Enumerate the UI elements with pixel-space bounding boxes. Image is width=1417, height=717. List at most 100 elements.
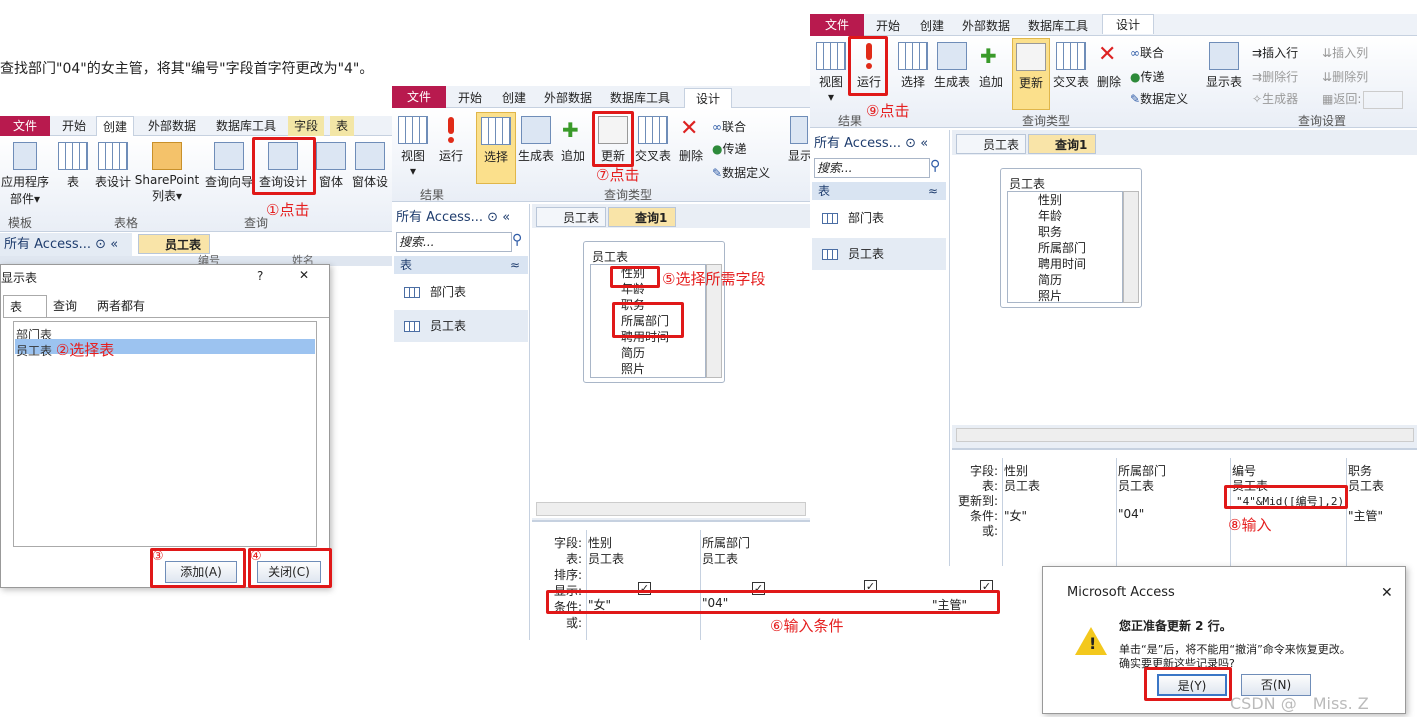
pass-through-button[interactable]: ●传递 [1130,68,1165,85]
doc-tab-query1[interactable]: 查询1 [1028,134,1096,154]
sharepoint-list-button[interactable]: SharePoint 列表▾ [134,142,200,204]
doc-tab-employee-1[interactable]: 员工表 [138,234,210,254]
grid-table-1[interactable]: 员工表 [1004,477,1040,494]
field-item[interactable]: 照片 [591,361,705,377]
tab-file[interactable]: 文件 [392,86,446,108]
query-wizard-button[interactable]: 查询向导 [204,142,254,190]
tab-database-tools[interactable]: 数据库工具 [1022,16,1094,36]
tab-file[interactable]: 文件 [0,116,50,136]
field-item[interactable]: 照片 [1008,288,1122,302]
field-item[interactable]: 所属部门 [1008,240,1122,256]
nav-item-employee[interactable]: 员工表 [394,310,528,342]
union-button[interactable]: ∞联合 [1130,44,1164,61]
nav-item-department[interactable]: 部门表 [394,276,528,308]
table-button[interactable]: 表 [58,142,88,190]
show-table-button[interactable]: 显示表 [1204,42,1244,90]
doc-tab-query1[interactable]: 查询1 [608,207,676,227]
nav-item-department[interactable]: 部门表 [812,202,946,234]
list-item-selected[interactable]: 员工表 ②选择表 [15,339,315,359]
select-button[interactable]: 选择 [898,42,928,90]
search-icon[interactable]: ⚲ [512,232,522,248]
union-button[interactable]: ∞联合 [712,118,746,135]
make-table-button[interactable]: 生成表 [518,116,554,164]
doc-tab-employee[interactable]: 员工表 [956,134,1026,154]
nav-pane-header[interactable]: 所有 Access... ⊙ « [810,132,948,156]
dialog-help-button[interactable]: ? [257,269,263,283]
field-item[interactable]: 简历 [1008,272,1122,288]
tab-create[interactable]: 创建 [496,88,532,108]
crosstab-button[interactable]: 交叉表 [1052,42,1090,90]
tab-database-tools[interactable]: 数据库工具 [210,116,282,136]
nav-section-tables[interactable]: 表 ≈ [394,256,528,274]
field-list-scrollbar[interactable] [1123,191,1139,303]
horizontal-scrollbar[interactable] [956,428,1414,442]
field-item[interactable]: 年龄 [1008,208,1122,224]
tab-create[interactable]: 创建 [914,16,950,36]
insert-row-button[interactable]: ⇉插入行 [1252,44,1298,61]
grid-criteria-2[interactable]: "04" [1118,507,1144,521]
grid-criteria-1[interactable]: "女" [1004,507,1027,524]
delete-button[interactable]: 删除 [676,116,706,164]
make-table-button[interactable]: 生成表 [934,42,970,90]
delete-button[interactable]: 删除 [1094,42,1124,90]
search-icon[interactable]: ⚲ [930,158,940,174]
builder-button[interactable]: ✧生成器 [1252,90,1298,107]
field-item[interactable]: 聘用时间 [1008,256,1122,272]
nav-item-employee[interactable]: 员工表 [812,238,946,270]
form-design-button[interactable]: 窗体设 [350,142,390,190]
view-button[interactable]: 视图 ▾ [814,42,848,104]
dialog-tab-both[interactable]: 两者都有 [97,297,145,314]
field-item[interactable]: 简历 [591,345,705,361]
data-definition-button[interactable]: ✎数据定义 [712,164,770,181]
table-design-button[interactable]: 表设计 [92,142,134,190]
tab-database-tools[interactable]: 数据库工具 [604,88,676,108]
grid-field-2[interactable]: 所属部门 [702,534,750,551]
tab-table[interactable]: 表 [330,116,355,136]
field-item[interactable]: 性别 [1008,192,1122,208]
insert-column-button[interactable]: ⇊插入列 [1322,44,1368,61]
grid-table-1[interactable]: 员工表 [588,550,624,567]
show-table-button[interactable]: 显示 [788,116,810,164]
data-definition-button[interactable]: ✎数据定义 [1130,90,1188,107]
view-button[interactable]: 视图 ▾ [396,116,430,178]
form-button[interactable]: 窗体 [316,142,346,190]
doc-tab-employee[interactable]: 员工表 [536,207,606,227]
nav-pane-header-1[interactable]: 所有 Access... ⊙ « [0,233,132,257]
grid-table-2[interactable]: 员工表 [702,550,738,567]
tab-external-data[interactable]: 外部数据 [142,116,202,136]
tab-external-data[interactable]: 外部数据 [538,88,598,108]
grid-table-2[interactable]: 员工表 [1118,477,1154,494]
app-parts-button[interactable]: 应用程序 部件▾ [0,142,50,207]
pass-through-button[interactable]: ●传递 [712,140,747,157]
nav-pane-header[interactable]: 所有 Access... ⊙ « [392,206,528,230]
grid-field-1[interactable]: 性别 [588,534,612,551]
grid-table-4[interactable]: 员工表 [1348,477,1384,494]
select-button[interactable]: 选择 [476,112,516,184]
tab-home[interactable]: 开始 [452,88,488,108]
delete-row-button[interactable]: ⇉删除行 [1252,68,1298,85]
horizontal-scrollbar[interactable] [536,502,806,516]
grid-criteria-4[interactable]: "主管" [1348,507,1383,524]
tab-home[interactable]: 开始 [56,116,92,136]
crosstab-button[interactable]: 交叉表 [634,116,672,164]
tab-home[interactable]: 开始 [870,16,906,36]
delete-column-button[interactable]: ⇊删除列 [1322,68,1368,85]
tab-design[interactable]: 设计 [1102,14,1154,34]
append-button[interactable]: 追加 [976,42,1006,90]
append-button[interactable]: 追加 [558,116,588,164]
dialog-tab-tables[interactable]: 表 [3,295,47,317]
nav-section-tables[interactable]: 表 ≈ [812,182,946,200]
tab-fields[interactable]: 字段 [288,116,325,136]
run-button[interactable]: 运行 [436,116,466,164]
field-item[interactable]: 职务 [1008,224,1122,240]
update-button[interactable]: 更新 [1012,38,1050,110]
tab-file[interactable]: 文件 [810,14,864,36]
tab-external-data[interactable]: 外部数据 [956,16,1016,36]
dialog-close-button[interactable]: ✕ [299,268,309,282]
nav-search-input[interactable]: 搜索... [396,232,512,252]
return-field[interactable]: ▦返回: [1322,90,1404,109]
tab-design[interactable]: 设计 [684,88,732,108]
tab-create[interactable]: 创建 [96,116,135,136]
dialog-tab-queries[interactable]: 查询 [53,297,77,314]
nav-search-input[interactable]: 搜索... [814,158,930,178]
